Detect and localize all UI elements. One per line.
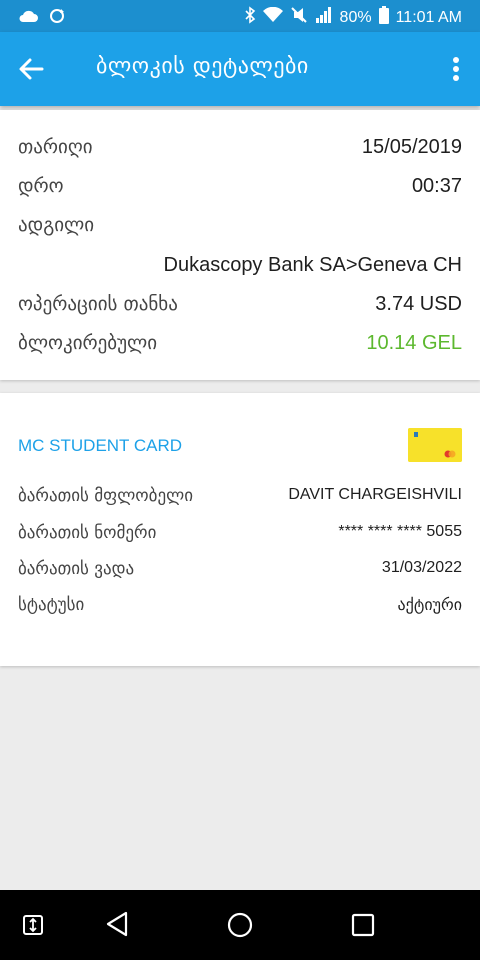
place-value: Dukascopy Bank SA>Geneva CH [163,254,463,276]
app-bar: ბლოკის დეტალები [0,32,480,106]
status-right: 80% 11:01 AM [244,6,462,30]
date-label: თარიღი [18,136,93,158]
battery-percent: 80% [339,9,372,26]
nav-recents-button[interactable] [351,913,375,941]
amount-label: ოპერაციის თანხა [18,293,178,315]
transaction-details-card: თარიღი 15/05/2019 დრო 00:37 ადგილი Dukas… [0,110,480,380]
blocked-label: ბლოკირებული [18,332,158,354]
card-thumbnail [408,428,462,462]
blocked-value: 10.14 GEL [366,332,462,354]
holder-label: ბარათის მფლობელი [18,486,193,506]
status-label: სტატუსი [18,595,85,615]
card-info-card: MC STUDENT CARD ბარათის მფლობელი DAVIT C… [0,393,480,666]
expiry-label: ბარათის ვადა [18,559,135,579]
time-value: 00:37 [411,175,462,197]
nav-back-button[interactable] [104,910,130,942]
recents-icon [351,913,375,941]
battery-icon [378,6,389,30]
home-icon [227,912,253,942]
status-time: 11:01 AM [395,9,462,26]
signal-icon [315,7,333,29]
status-left [18,7,66,30]
place-label: ადგილი [18,214,95,236]
back-icon [104,911,130,942]
page-title: ბლოკის დეტალები [96,54,309,79]
screen-pin-button[interactable] [22,914,44,940]
cloud-icon [18,9,38,28]
date-value: 15/05/2019 [361,136,462,158]
amount-value: 3.74 USD [375,293,462,315]
screen-pin-icon [22,915,44,940]
more-vert-icon [446,57,466,90]
status-value: აქტიური [397,597,462,614]
mute-icon [290,6,308,30]
wifi-icon [262,6,283,29]
number-label: ბარათის ნომერი [18,523,157,543]
card-name: MC STUDENT CARD [18,436,183,455]
number-value: **** **** **** 5055 [338,523,462,540]
expiry-value: 31/03/2022 [381,559,462,576]
arrow-back-icon [18,58,44,91]
time-label: დრო [18,175,64,197]
status-bar: 80% 11:01 AM [0,0,480,32]
bluetooth-icon [244,6,256,30]
holder-value: DAVIT CHARGEISHVILI [288,486,462,503]
back-button[interactable] [18,51,58,87]
nav-home-button[interactable] [227,912,253,942]
overflow-menu-button[interactable] [446,54,466,86]
system-nav-bar [0,890,480,960]
sync-icon [48,7,66,30]
